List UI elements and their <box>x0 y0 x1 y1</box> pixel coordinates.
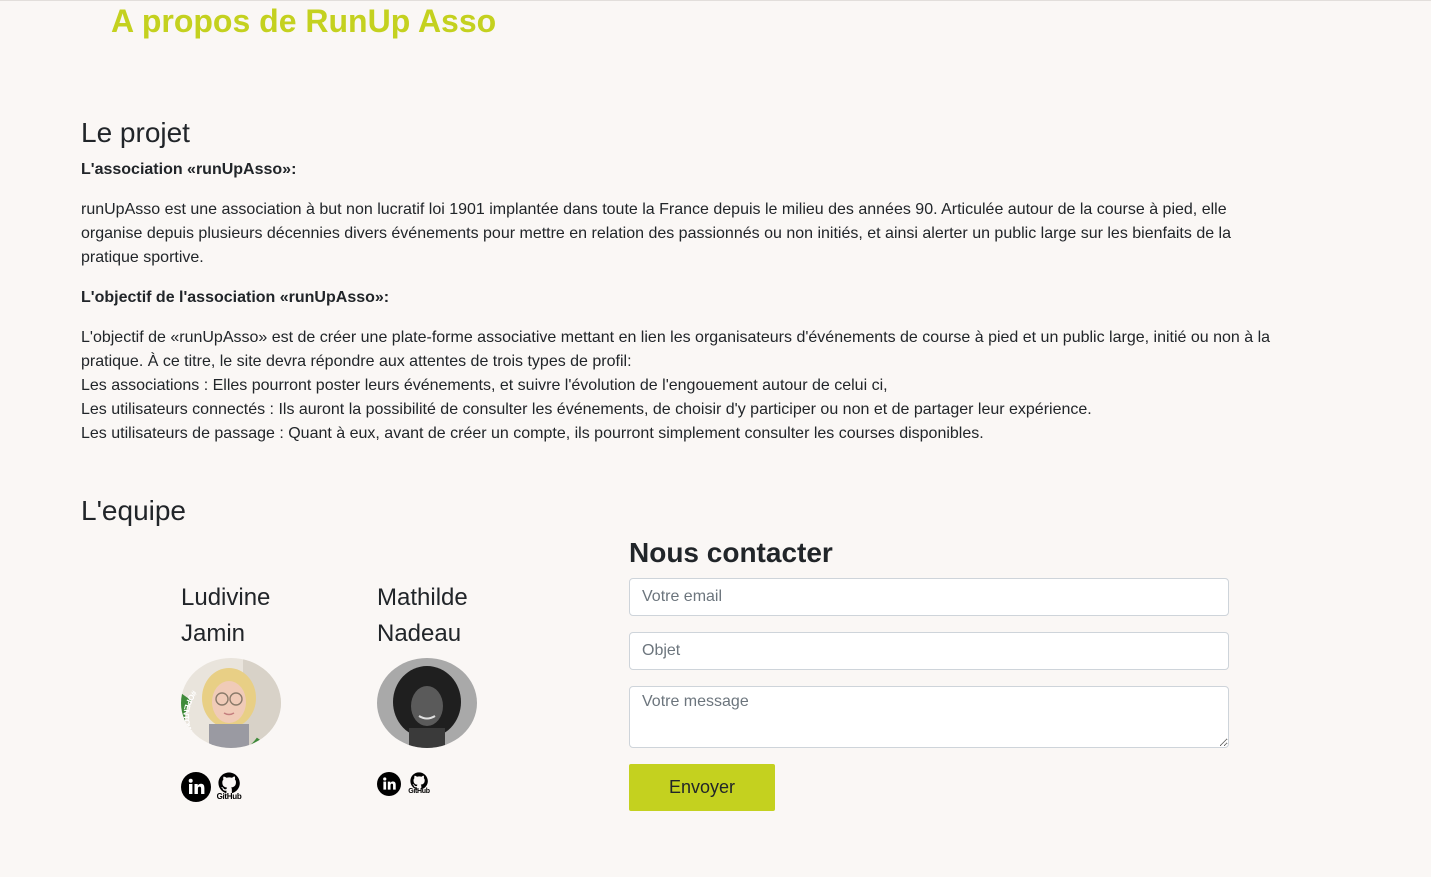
subject-field[interactable] <box>629 632 1229 670</box>
linkedin-icon[interactable] <box>377 772 401 801</box>
member-last-name: Jamin <box>181 620 246 647</box>
objective-text: L'objectif de «runUpAsso» est de créer u… <box>81 326 1281 446</box>
github-link[interactable]: GitHub <box>215 772 243 801</box>
objective-label: L'objectif de l'association «runUpAsso»: <box>81 289 390 306</box>
team-heading: L'equipe <box>81 495 186 526</box>
objective-line: L'objectif de «runUpAsso» est de créer u… <box>81 329 1271 370</box>
association-text: runUpAsso est une association à but non … <box>81 201 1232 266</box>
github-icon <box>218 772 240 794</box>
social-links: GitHub <box>377 772 433 801</box>
github-label: GitHub <box>216 792 242 801</box>
github-label: GitHub <box>408 788 430 795</box>
member-first-name: Mathilde <box>377 584 468 611</box>
email-field[interactable] <box>629 578 1229 616</box>
objective-line: Les associations : Elles pourront poster… <box>81 377 888 394</box>
contact-heading: Nous contacter <box>629 537 833 568</box>
member-first-name: Ludivine <box>181 584 271 611</box>
association-label: L'association «runUpAsso»: <box>81 161 297 178</box>
github-link[interactable]: GitHub <box>405 772 433 795</box>
social-links: GitHub <box>181 772 243 807</box>
contact-form: Nous contacter Envoyer <box>629 535 1229 811</box>
top-border <box>0 0 1431 1</box>
send-button[interactable]: Envoyer <box>629 764 775 811</box>
message-field[interactable] <box>629 686 1229 748</box>
avatar: #OPENTOWORK <box>181 658 281 748</box>
page-title: A propos de RunUp Asso <box>111 3 497 39</box>
team-member-mathilde: Mathilde Nadeau GitHub <box>377 580 507 796</box>
objective-line: Les utilisateurs connectés : Ils auront … <box>81 401 1092 418</box>
linkedin-icon[interactable] <box>181 772 211 807</box>
project-heading: Le projet <box>81 117 190 148</box>
about-section: L'association «runUpAsso»: runUpAsso est… <box>81 158 1281 446</box>
avatar <box>377 658 477 748</box>
team-member-ludivine: Ludivine Jamin #OPENTOWORK <box>181 580 311 802</box>
objective-line: Les utilisateurs de passage : Quant à eu… <box>81 425 984 442</box>
member-last-name: Nadeau <box>377 620 462 647</box>
